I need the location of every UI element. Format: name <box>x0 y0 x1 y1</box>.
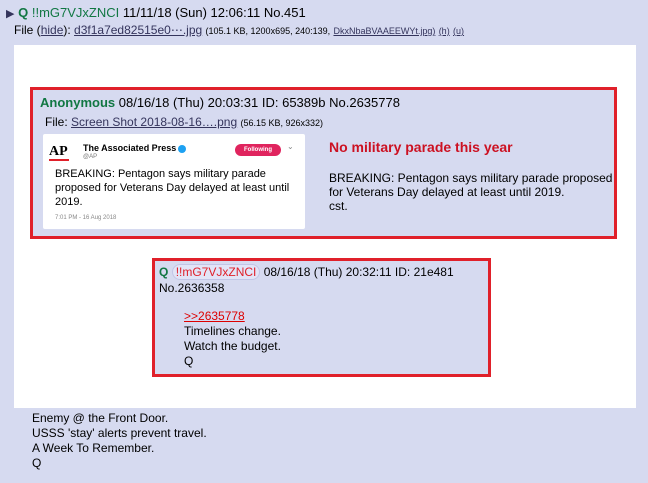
post-datetime: 11/11/18 (Sun) 12:06:11 <box>122 5 261 20</box>
q-line-2: Watch the budget. <box>184 339 281 353</box>
q-post-header: Q !!mG7VJxZNCI 08/16/18 (Thu) 20:32:11 I… <box>159 264 489 296</box>
quoted-file-label: File: <box>45 115 68 129</box>
message-line-2: USSS 'stay' alerts prevent travel. <box>32 426 207 440</box>
quoted-post-body: BREAKING: Pentagon says military parade … <box>329 171 619 213</box>
quoted-post-box: Anonymous 08/16/18 (Thu) 20:03:31 ID: 65… <box>30 87 617 239</box>
message-line-3: A Week To Remember. <box>32 441 155 455</box>
tweet-card: AP The Associated Press @AP Following ⌄ … <box>43 134 305 229</box>
tweet-text: BREAKING: Pentagon says military parade … <box>55 168 290 208</box>
ap-logo-underline <box>49 159 69 161</box>
quoted-post-id: ID: 65389b <box>261 95 326 110</box>
quoted-file-meta: (56.15 KB, 926x332) <box>240 118 324 128</box>
q-quote-link: >>2635778 <box>184 309 245 323</box>
quoted-body-signature: cst. <box>329 199 348 213</box>
file-meta: (105.1 KB, 1200x695, 240:139, <box>205 26 331 36</box>
hide-link[interactable]: hide <box>41 23 64 37</box>
poster-name: Q <box>18 5 29 20</box>
file-info: File (hide): d3f1a7ed82515e0⋯.jpg (105.1… <box>14 23 465 37</box>
quoted-file-info: File: Screen Shot 2018-08-16….png (56.15… <box>45 114 323 131</box>
tweet-account: The Associated Press <box>83 143 187 153</box>
quoted-poster-name: Anonymous <box>40 95 116 110</box>
ap-logo: AP <box>49 144 71 161</box>
post-menu-arrow-icon[interactable]: ▶ <box>6 8 14 20</box>
poster-tripcode: !!mG7VJxZNCI <box>31 5 120 20</box>
ap-logo-text: AP <box>49 144 68 159</box>
message-line-4: Q <box>32 456 42 470</box>
quoted-post-datetime: 08/16/18 (Thu) 20:03:31 <box>118 95 259 110</box>
chevron-down-icon: ⌄ <box>287 142 294 151</box>
u-link[interactable]: (u) <box>453 26 464 36</box>
q-line-1: Timelines change. <box>184 324 281 338</box>
tweet-handle: @AP <box>83 154 98 160</box>
tweet-time: 7:01 PM - 16 Aug 2018 <box>55 215 117 221</box>
quoted-file-link: Screen Shot 2018-08-16….png <box>71 115 238 129</box>
message-line-1: Enemy @ the Front Door. <box>32 411 169 425</box>
q-post-box: Q !!mG7VJxZNCI 08/16/18 (Thu) 20:32:11 I… <box>152 258 491 377</box>
q-poster-name: Q <box>159 265 169 279</box>
following-button: Following <box>235 144 281 156</box>
q-post-body: >>2635778 Timelines change. Watch the bu… <box>184 309 281 369</box>
post-header: ▶ Q !!mG7VJxZNCI 11/11/18 (Sun) 12:06:11… <box>6 4 306 23</box>
q-post-id: ID: 21e481 <box>394 265 454 279</box>
q-tripcode: !!mG7VJxZNCI <box>171 264 261 280</box>
q-line-3: Q <box>184 354 194 368</box>
quoted-body-text: BREAKING: Pentagon says military parade … <box>329 171 613 199</box>
tweet-account-name: The Associated Press <box>83 143 177 153</box>
verified-icon <box>178 144 187 153</box>
original-filename-link[interactable]: DkxNbaBVAAEEWYt.jpg) <box>333 26 435 36</box>
file-label: File <box>14 23 34 37</box>
q-post-datetime: 08/16/18 (Thu) 20:32:11 <box>263 265 392 279</box>
quoted-red-title: No military parade this year <box>329 139 513 155</box>
h-link[interactable]: (h) <box>439 26 450 36</box>
quoted-post-number: No.2635778 <box>329 95 400 110</box>
file-link[interactable]: d3f1a7ed82515e0⋯.jpg <box>74 23 202 37</box>
q-post-number: No.2636358 <box>159 281 225 295</box>
quoted-post-header: Anonymous 08/16/18 (Thu) 20:03:31 ID: 65… <box>40 95 400 111</box>
post-message: Enemy @ the Front Door. USSS 'stay' aler… <box>32 411 207 471</box>
post-number[interactable]: No.451 <box>264 5 306 20</box>
